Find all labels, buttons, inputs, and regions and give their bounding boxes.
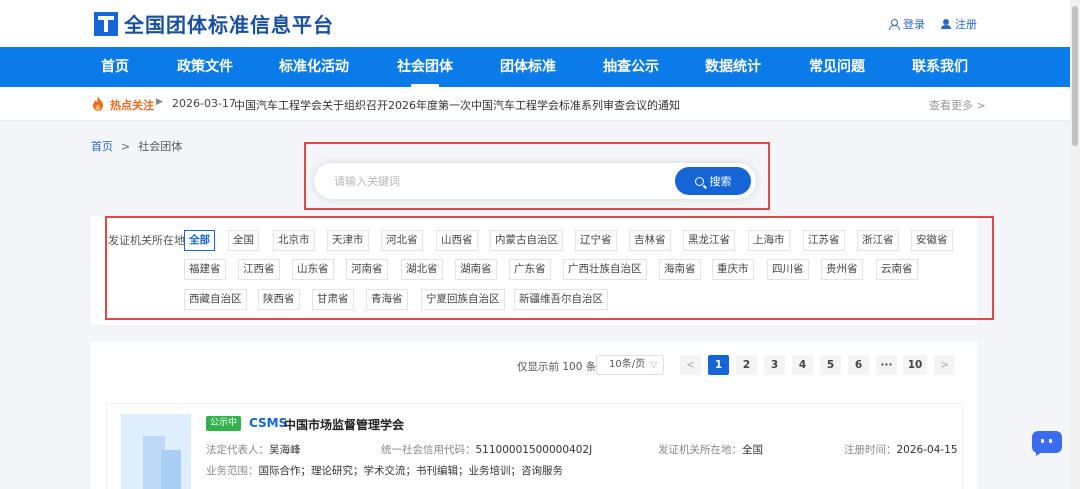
page-ellipsis[interactable]: ··· [876, 355, 897, 375]
page-size-select[interactable]: 10条/页 ▽ [596, 355, 664, 375]
user-solid-icon [941, 19, 951, 29]
register-link[interactable]: 注册 [941, 16, 977, 32]
site-title: 全国团体标准信息平台 [124, 13, 334, 37]
nav-item-statistics[interactable]: 数据统计 [698, 47, 768, 87]
nav-item-home[interactable]: 首页 [85, 47, 145, 87]
scrollbar-thumb[interactable] [1072, 6, 1078, 146]
business-scope: 业务范围：国际合作；理论研究；学术交流；书刊编辑；业务培训；咨询服务 [206, 465, 563, 477]
register-date: 注册时间：2026-04-15 [844, 444, 958, 456]
nav-item-group-standards[interactable]: 团体标准 [493, 47, 563, 87]
org-abbreviation: CSMS [249, 416, 288, 430]
page-button[interactable]: 4 [792, 355, 813, 375]
breadcrumb-current: 社会团体 [138, 140, 183, 153]
notice-link[interactable]: 中国汽车工程学会关于组织召开2026年度第一次中国汽车工程学会标准系列审查会议的… [234, 97, 680, 113]
page-button[interactable]: 5 [820, 355, 841, 375]
page-button[interactable]: 10 [903, 355, 927, 375]
logo-icon [94, 11, 118, 36]
legal-rep: 法定代表人：吴海峰 [206, 444, 301, 456]
site-logo[interactable]: 全国团体标准信息平台 [94, 9, 334, 38]
page-button[interactable]: 2 [736, 355, 757, 375]
search-highlight-box [304, 142, 770, 210]
organization-image [121, 414, 191, 489]
pagination-info: 仅显示前 100 条 [517, 361, 597, 373]
top-header: 全国团体标准信息平台 登录 注册 [0, 0, 1070, 47]
credit-code: 统一社会信用代码：51100001500000402J [381, 444, 593, 456]
chevron-down-icon: ▽ [650, 360, 657, 369]
nav-item-social-groups[interactable]: 社会团体 [390, 47, 460, 87]
issuing-authority: 发证机关所在地：全国 [658, 444, 763, 456]
next-page-button[interactable]: > [934, 355, 955, 375]
nav-item-activities[interactable]: 标准化活动 [272, 47, 356, 87]
nav-item-spot-check[interactable]: 抽查公示 [596, 47, 666, 87]
nav-item-faq[interactable]: 常见问题 [802, 47, 872, 87]
nav-item-contact[interactable]: 联系我们 [905, 47, 975, 87]
login-link[interactable]: 登录 [889, 16, 925, 32]
chat-bot-icon[interactable] [1032, 431, 1062, 453]
page-button[interactable]: 6 [848, 355, 869, 375]
nav-item-policy[interactable]: 政策文件 [170, 47, 240, 87]
org-name-link[interactable]: 中国市场监督管理学会 [284, 416, 404, 433]
status-badge: 公示中 [206, 416, 242, 431]
breadcrumb-home[interactable]: 首页 [91, 140, 113, 153]
page-button[interactable]: 1 [708, 355, 729, 375]
register-label: 注册 [955, 18, 977, 31]
breadcrumb: 首页 > 社会团体 [91, 138, 182, 154]
filter-highlight-box [105, 216, 994, 320]
page-button[interactable]: 3 [764, 355, 785, 375]
flame-icon [93, 96, 103, 111]
view-more-link[interactable]: 查看更多 > [929, 97, 986, 113]
prev-page-button[interactable]: < [680, 355, 701, 375]
main-nav: 首页 政策文件 标准化活动 社会团体 团体标准 抽查公示 数据统计 常见问题 联… [0, 47, 1070, 87]
hot-label: 热点关注 [110, 99, 154, 112]
login-label: 登录 [903, 18, 925, 31]
page-scrollbar[interactable] [1070, 0, 1080, 489]
hot-notice-bar: 热点关注 ▶ 2026-03-17 中国汽车工程学会关于组织召开2026年度第一… [0, 87, 1070, 121]
breadcrumb-separator: > [121, 140, 131, 153]
play-arrow-icon: ▶ [156, 97, 163, 107]
user-outline-icon [889, 19, 900, 30]
notice-date: 2026-03-17 [172, 97, 236, 110]
page-size-value: 10条/页 [609, 359, 646, 370]
